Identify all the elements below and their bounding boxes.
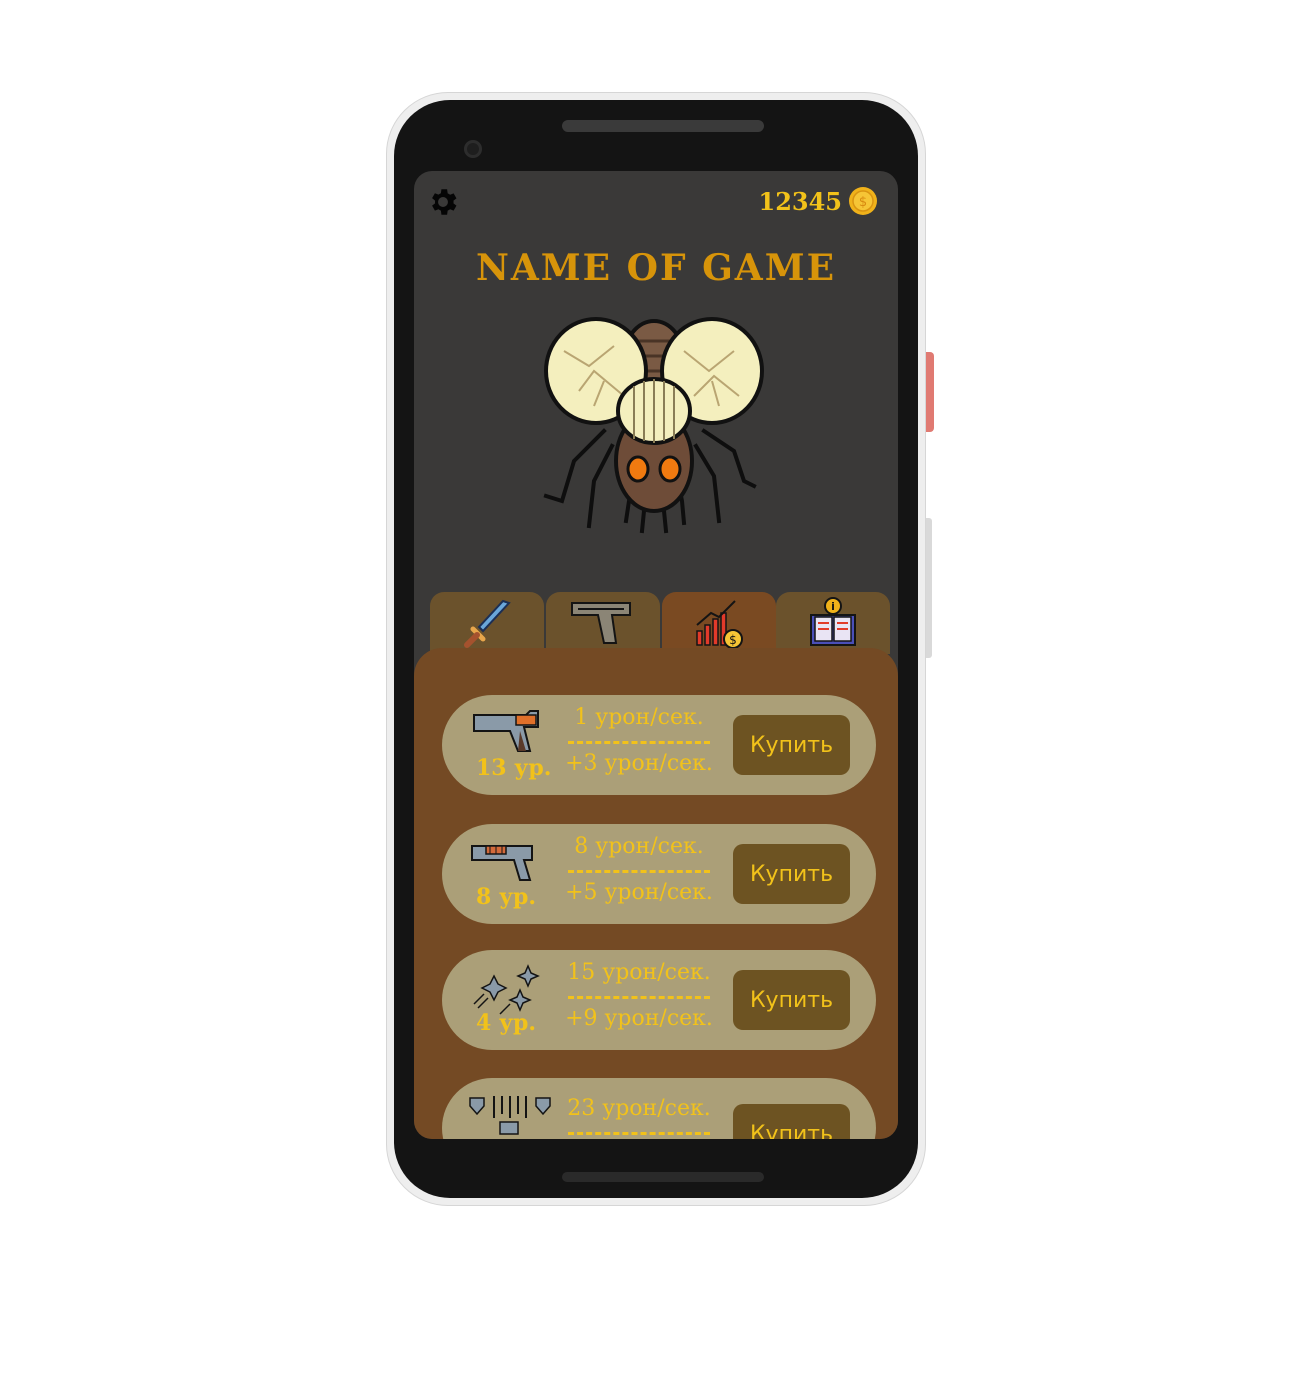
front-camera bbox=[464, 140, 482, 158]
power-button bbox=[926, 352, 934, 432]
speaker-grille bbox=[562, 120, 764, 132]
tab-weapons-guns[interactable] bbox=[546, 592, 660, 654]
divider bbox=[568, 996, 710, 999]
item-dps: 15 урон/сек. bbox=[567, 960, 711, 985]
game-screen: 12345 $ Name of Game bbox=[414, 171, 898, 1139]
divider bbox=[568, 741, 710, 744]
item-dps: 1 урон/сек. bbox=[574, 705, 704, 730]
divider bbox=[568, 870, 710, 873]
svg-text:$: $ bbox=[859, 195, 867, 210]
tab-upgrades[interactable]: $ bbox=[662, 592, 776, 654]
item-dps: 23 урон/сек. bbox=[567, 1096, 711, 1121]
shop-item: 13 ур. 1 урон/сек. +3 урон/сек. Купить bbox=[442, 695, 876, 795]
sword-icon bbox=[464, 599, 511, 648]
item-dps: 8 урон/сек. bbox=[574, 834, 704, 859]
gear-icon[interactable] bbox=[426, 185, 460, 219]
bullets-rain-icon bbox=[469, 1096, 551, 1135]
item-level: 8 ур. bbox=[476, 884, 537, 910]
coin-icon: $ bbox=[849, 187, 877, 215]
coin-counter: 12345 bbox=[758, 187, 843, 216]
book-info-icon: i bbox=[810, 597, 856, 646]
growth-chart-icon: $ bbox=[696, 600, 743, 649]
buy-button[interactable]: Купить bbox=[733, 1104, 850, 1139]
bottom-speaker bbox=[562, 1172, 764, 1182]
tab-weapons-melee[interactable] bbox=[430, 592, 544, 654]
item-dps-increment: +5 урон/сек. bbox=[565, 880, 713, 905]
volume-button bbox=[926, 518, 932, 658]
fly-icon[interactable] bbox=[534, 311, 774, 541]
svg-text:$: $ bbox=[729, 633, 737, 647]
buy-button[interactable]: Купить bbox=[733, 715, 850, 775]
item-dps-increment: +9 урон/сек. bbox=[565, 1006, 713, 1031]
tab-info[interactable]: i bbox=[776, 592, 890, 654]
buy-button[interactable]: Купить bbox=[733, 844, 850, 904]
divider bbox=[568, 1132, 710, 1135]
shop-panel: 13 ур. 1 урон/сек. +3 урон/сек. Купить 8… bbox=[414, 648, 898, 1139]
category-tabs: $ i bbox=[430, 592, 890, 654]
item-dps-increment: +3 урон/сек. bbox=[565, 751, 713, 776]
pistol-icon bbox=[571, 602, 631, 644]
shop-item: 8 ур. 8 урон/сек. +5 урон/сек. Купить bbox=[442, 824, 876, 924]
item-level: 13 ур. bbox=[476, 755, 552, 781]
item-level: 4 ур. bbox=[476, 1010, 537, 1036]
svg-text:i: i bbox=[831, 600, 835, 613]
game-title: Name of Game bbox=[475, 247, 837, 289]
shop-item: 4 ур. 15 урон/сек. +9 урон/сек. Купить bbox=[442, 950, 876, 1050]
shop-item: 23 урон/сек. Купить bbox=[442, 1078, 876, 1139]
buy-button[interactable]: Купить bbox=[733, 970, 850, 1030]
